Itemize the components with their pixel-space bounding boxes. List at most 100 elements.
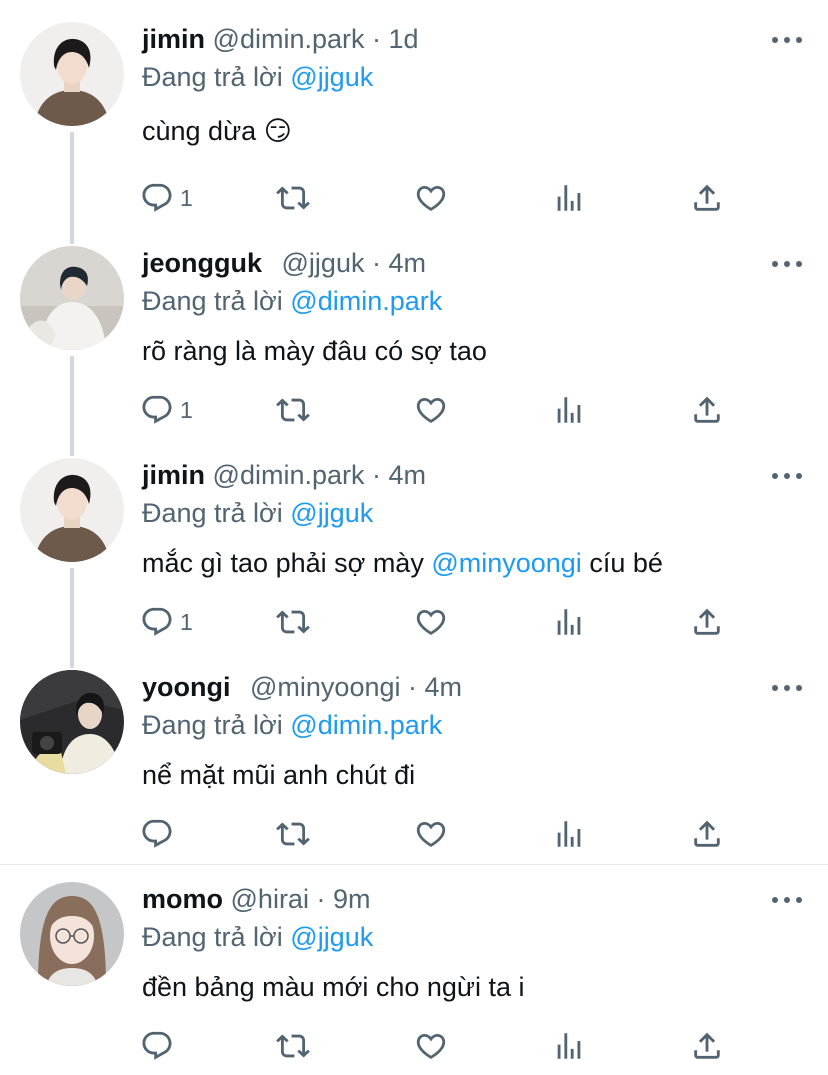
replying-to-label: Đang trả lời bbox=[142, 286, 283, 316]
like-icon bbox=[414, 393, 448, 427]
tweet[interactable]: jimin @dimin.park · 1d Đang trả lời @jjg… bbox=[0, 0, 828, 224]
share-button[interactable] bbox=[690, 1026, 724, 1066]
timestamp[interactable]: 4m bbox=[389, 460, 427, 490]
tweet-text: rõ ràng là mày đâu có sợ tao bbox=[142, 336, 487, 366]
reply-count: 1 bbox=[180, 608, 193, 635]
retweet-icon bbox=[276, 605, 310, 639]
analytics-button[interactable] bbox=[552, 390, 586, 430]
avatar[interactable] bbox=[20, 458, 124, 562]
tweet-text-content: cùng dừa bbox=[142, 116, 257, 146]
share-icon bbox=[690, 1029, 724, 1063]
reply-button[interactable]: 1 bbox=[140, 178, 193, 218]
more-icon[interactable] bbox=[770, 30, 804, 50]
analytics-icon bbox=[552, 181, 586, 215]
like-button[interactable] bbox=[414, 1026, 448, 1066]
analytics-icon bbox=[552, 817, 586, 851]
retweet-button[interactable] bbox=[276, 390, 310, 430]
avatar[interactable] bbox=[20, 22, 124, 126]
reply-button[interactable]: 1 bbox=[140, 602, 193, 642]
tweet-text: cùng dừa 😏 bbox=[142, 114, 292, 148]
retweet-button[interactable] bbox=[276, 1026, 310, 1066]
analytics-button[interactable] bbox=[552, 1026, 586, 1066]
replying-to-label: Đang trả lời bbox=[142, 922, 283, 952]
tweet[interactable]: jeongguk @jjguk · 4m Đang trả lời @dimin… bbox=[0, 224, 828, 436]
share-icon bbox=[690, 817, 724, 851]
tweet-text: đền bảng màu mới cho ngừi ta i bbox=[142, 972, 525, 1002]
share-icon bbox=[690, 605, 724, 639]
retweet-icon bbox=[276, 817, 310, 851]
display-name[interactable]: momo bbox=[142, 884, 223, 914]
display-name[interactable]: jimin bbox=[142, 460, 205, 490]
reply-button[interactable] bbox=[140, 814, 180, 854]
tweet[interactable]: jimin @dimin.park · 4m Đang trả lời @jjg… bbox=[0, 436, 828, 648]
user-handle[interactable]: @dimin.park bbox=[213, 24, 365, 54]
display-name[interactable]: jeongguk bbox=[142, 248, 262, 278]
timestamp[interactable]: 4m bbox=[425, 672, 463, 702]
tweet-text-after: cíu bé bbox=[581, 548, 663, 578]
like-button[interactable] bbox=[414, 390, 448, 430]
share-button[interactable] bbox=[690, 602, 724, 642]
replying-to-mention[interactable]: @jjguk bbox=[290, 922, 373, 952]
user-handle[interactable]: @dimin.park bbox=[213, 460, 365, 490]
reply-button[interactable] bbox=[140, 1026, 180, 1066]
avatar[interactable] bbox=[20, 670, 124, 774]
avatar[interactable] bbox=[20, 882, 124, 986]
tweet-mention[interactable]: @minyoongi bbox=[431, 548, 581, 578]
more-icon[interactable] bbox=[770, 466, 804, 486]
analytics-button[interactable] bbox=[552, 602, 586, 642]
more-icon[interactable] bbox=[770, 890, 804, 910]
reply-icon bbox=[140, 181, 174, 215]
share-button[interactable] bbox=[690, 390, 724, 430]
reply-icon bbox=[140, 1029, 174, 1063]
tweet-text: nể mặt mũi anh chút đi bbox=[142, 760, 416, 790]
separator-dot: · bbox=[372, 460, 382, 490]
replying-to-label: Đang trả lời bbox=[142, 62, 283, 92]
timestamp[interactable]: 4m bbox=[389, 248, 427, 278]
user-handle[interactable]: @hirai bbox=[231, 884, 309, 914]
retweet-button[interactable] bbox=[276, 602, 310, 642]
replying-to-mention[interactable]: @jjguk bbox=[290, 62, 373, 92]
tweet-header: momo @hirai · 9m bbox=[142, 882, 371, 916]
separator-dot: · bbox=[372, 24, 382, 54]
analytics-button[interactable] bbox=[552, 814, 586, 854]
tweet-actions: 1 bbox=[140, 178, 740, 218]
replying-to-mention[interactable]: @dimin.park bbox=[290, 286, 442, 316]
replying-to-mention[interactable]: @dimin.park bbox=[290, 710, 442, 740]
like-button[interactable] bbox=[414, 814, 448, 854]
replying-to-label: Đang trả lời bbox=[142, 710, 283, 740]
tweet[interactable]: yoongi @minyoongi · 4m Đang trả lời @dim… bbox=[0, 648, 828, 864]
retweet-button[interactable] bbox=[276, 178, 310, 218]
user-handle[interactable]: @jjguk bbox=[282, 248, 365, 278]
avatar[interactable] bbox=[20, 246, 124, 350]
reply-button[interactable]: 1 bbox=[140, 390, 193, 430]
like-icon bbox=[414, 181, 448, 215]
display-name[interactable]: jimin bbox=[142, 24, 205, 54]
more-icon[interactable] bbox=[770, 678, 804, 698]
tweet-actions: 1 bbox=[140, 390, 740, 430]
tweet[interactable]: momo @hirai · 9m Đang trả lời @jjguk đền… bbox=[0, 860, 828, 1075]
tweet-header: jeongguk @jjguk · 4m bbox=[142, 246, 426, 280]
tweet-actions: 1 bbox=[140, 602, 740, 642]
user-handle[interactable]: @minyoongi bbox=[250, 672, 400, 702]
share-button[interactable] bbox=[690, 178, 724, 218]
like-button[interactable] bbox=[414, 178, 448, 218]
reply-icon bbox=[140, 817, 174, 851]
retweet-button[interactable] bbox=[276, 814, 310, 854]
tweet-text: mắc gì tao phải sợ mày @minyoongi cíu bé bbox=[142, 546, 663, 580]
like-button[interactable] bbox=[414, 602, 448, 642]
replying-to: Đang trả lời @dimin.park bbox=[142, 708, 442, 742]
timestamp[interactable]: 9m bbox=[333, 884, 371, 914]
display-name[interactable]: yoongi bbox=[142, 672, 231, 702]
tweet-actions bbox=[140, 814, 740, 854]
share-button[interactable] bbox=[690, 814, 724, 854]
analytics-button[interactable] bbox=[552, 178, 586, 218]
replying-to: Đang trả lời @jjguk bbox=[142, 496, 373, 530]
reply-icon bbox=[140, 393, 174, 427]
retweet-icon bbox=[276, 393, 310, 427]
separator-dot: · bbox=[371, 248, 381, 278]
replying-to-mention[interactable]: @jjguk bbox=[290, 498, 373, 528]
timestamp[interactable]: 1d bbox=[389, 24, 419, 54]
share-icon bbox=[690, 393, 724, 427]
more-icon[interactable] bbox=[770, 254, 804, 274]
like-icon bbox=[414, 817, 448, 851]
